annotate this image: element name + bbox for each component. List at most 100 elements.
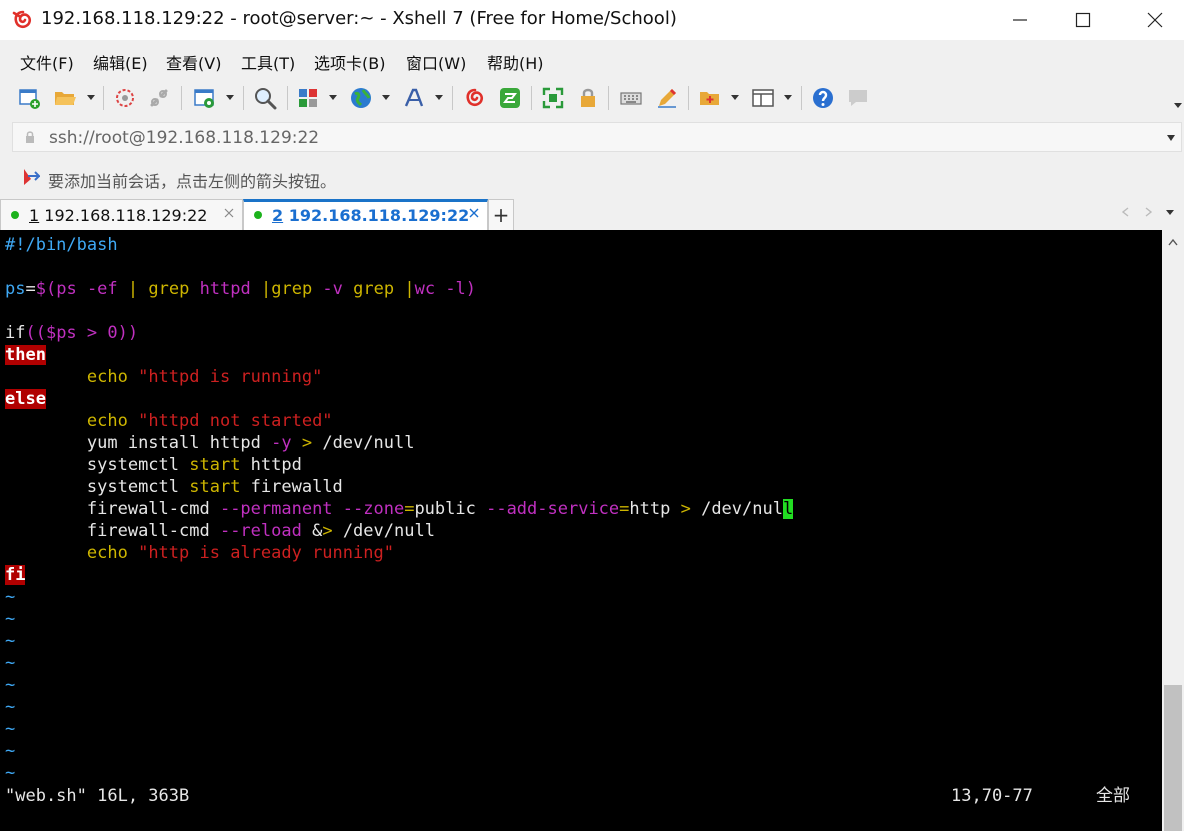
keyboard-button[interactable] [618,86,644,110]
window-layout-icon [752,89,774,107]
plus-icon: + [492,203,510,227]
properties-dropdown-icon[interactable] [225,92,235,102]
new-session-button[interactable] [16,86,42,110]
code-line-7: echo "httpd is running" [86,367,323,387]
settings-icon [194,89,214,108]
address-value: ssh://root@192.168.118.129:22 [49,128,320,148]
globe-icon [351,88,371,108]
bookmark-arrow-icon[interactable] [22,168,40,186]
menu-tools[interactable]: 工具(T) [241,50,295,74]
tab-scroll-right-icon[interactable] [1142,206,1154,218]
fullscreen-icon [542,87,564,109]
menu-view[interactable]: 查看(V) [166,50,221,74]
ssh-lock-icon [26,131,34,143]
code-line-12: systemctl start firewalld [86,477,343,497]
tab-close-icon[interactable] [469,208,479,218]
close-button[interactable] [1120,0,1184,40]
encoding-button[interactable] [348,86,374,110]
empty-line-tilde: ~ [5,741,16,761]
tab-session-2[interactable]: 2 192.168.118.129:22 [243,199,488,230]
disconnect-icon [150,89,168,107]
vim-scroll-percent: 全部 [1096,786,1130,806]
empty-line-tilde: ~ [5,697,16,717]
keyboard-icon [620,92,642,105]
toolbar-overflow-icon[interactable] [1173,100,1183,110]
toolbar-separator [243,86,244,110]
close-icon [1147,12,1163,28]
tab-close-icon[interactable] [224,208,234,218]
xftp-icon [500,88,520,108]
font-button[interactable] [401,86,427,110]
vim-status-file: "web.sh" 16L, 363B [5,786,190,806]
open-button[interactable] [52,86,78,110]
menu-file[interactable]: 文件(F) [20,50,74,74]
scrollbar-thumb[interactable] [1164,685,1182,831]
toolbar-separator [608,86,609,110]
terminal-scrollbar[interactable] [1162,230,1184,831]
code-line-13: firewall-cmd --permanent --zone=public -… [86,499,794,519]
disconnect-button[interactable] [146,86,172,110]
code-line-1: #!/bin/bash [5,235,118,255]
new-folder-button[interactable] [697,86,723,110]
help-icon [813,88,833,108]
address-bar: ssh://root@192.168.118.129:22 [0,118,1184,156]
tab-scroll-left-icon[interactable] [1120,206,1132,218]
empty-line-tilde: ~ [5,631,16,651]
help-button[interactable] [810,86,836,110]
chat-icon [849,90,867,106]
toolbar-separator [287,86,288,110]
menu-window[interactable]: 窗口(W) [406,50,466,74]
toolbar-separator [801,86,802,110]
layout-dropdown-icon[interactable] [328,92,338,102]
connected-status-dot [254,211,262,219]
encoding-dropdown-icon[interactable] [381,92,391,102]
code-line-10: yum install httpd -y > /dev/null [86,433,415,453]
layout-button[interactable] [295,86,321,110]
tab-layout-dropdown-icon[interactable] [783,92,793,102]
new-tab-button[interactable]: + [488,199,514,230]
open-dropdown-icon[interactable] [86,92,96,102]
terminal[interactable]: #!/bin/bash ps=$(ps -ef | grep httpd |gr… [0,230,1162,831]
font-dropdown-icon[interactable] [434,92,444,102]
empty-line-tilde: ~ [5,587,16,607]
tab-list-dropdown-icon[interactable] [1164,206,1176,218]
scroll-up-icon[interactable] [1168,238,1178,246]
folder-dropdown-icon[interactable] [730,92,740,102]
code-line-9: echo "httpd not started" [86,411,333,431]
toolbar-separator [103,86,104,110]
xshell-button[interactable] [462,86,488,110]
folder-add-icon [700,92,719,105]
pencil-icon [658,89,676,108]
tab-title: 192.168.118.129:22 [283,206,470,225]
xftp-button[interactable] [497,86,523,110]
find-button[interactable] [252,86,278,110]
code-line-6: then [5,345,46,365]
tab-session-1[interactable]: 1 192.168.118.129:22 [0,199,243,230]
layout-icon [299,89,317,107]
code-line-8: else [5,389,46,409]
lock-button[interactable] [575,86,601,110]
properties-button[interactable] [192,86,218,110]
address-dropdown-icon[interactable] [1166,134,1176,142]
address-input[interactable]: ssh://root@192.168.118.129:22 [12,122,1182,152]
maximize-button[interactable] [1048,0,1118,40]
chat-button[interactable] [845,86,871,110]
fullscreen-button[interactable] [540,86,566,110]
reconnect-icon [116,89,134,107]
compose-button[interactable] [654,86,680,110]
tab-layout-button[interactable] [750,86,776,110]
maximize-icon [1075,12,1091,28]
empty-line-tilde: ~ [5,609,16,629]
toolbar-separator [688,86,689,110]
minimize-button[interactable] [985,0,1055,40]
tab-number: 2 [272,206,284,225]
menu-help[interactable]: 帮助(H) [487,50,544,74]
reconnect-button[interactable] [112,86,138,110]
menu-edit[interactable]: 编辑(E) [93,50,148,74]
session-hint-text: 要添加当前会话，点击左侧的箭头按钮。 [48,172,337,191]
tab-label: 1 192.168.118.129:22 [29,206,207,225]
text-cursor: l [782,499,794,519]
menu-tabs[interactable]: 选项卡(B) [314,50,385,74]
toolbar-separator [531,86,532,110]
search-icon [255,88,277,110]
